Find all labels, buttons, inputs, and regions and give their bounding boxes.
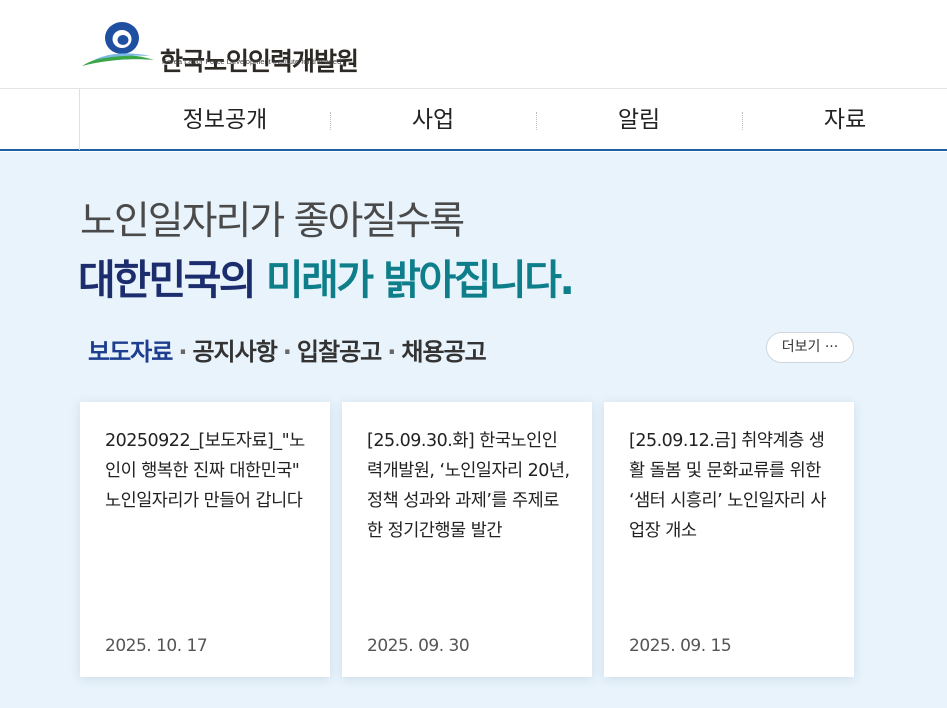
tab-bid-notice[interactable]: 입찰공고 xyxy=(297,338,382,366)
news-card-title: [25.09.30.화] 한국노인인력개발원, ‘노인일자리 20년, 정책 성… xyxy=(367,431,570,541)
gnb-item-info-disclosure[interactable]: 정보공개 xyxy=(130,89,320,150)
main-section: 노인일자리가 좋아질수록 대한민국의 미래가 밝아집니다. 보도자료 · 공지사항 ·… xyxy=(0,152,947,708)
gnb-item-business[interactable]: 사업 xyxy=(340,89,526,150)
news-card-date: 2025. 09. 15 xyxy=(629,636,732,656)
site-logo[interactable]: 한국노인인력개발원 Korea Labor Force Development … xyxy=(80,16,400,76)
news-card[interactable]: [25.09.12.금] 취약계층 생활 돌봄 및 문화교류를 위한 ‘샘터 시… xyxy=(604,402,854,677)
news-card-title: 20250922_[보도자료]_"노인이 행복한 진짜 대한민국" 노인일자리가… xyxy=(105,431,305,511)
logo-emblem-icon xyxy=(82,22,154,66)
tab-separator: · xyxy=(387,338,396,366)
gnb-item-resources[interactable]: 자료 xyxy=(752,89,938,150)
tab-recruitment[interactable]: 채용공고 xyxy=(401,338,486,366)
tab-separator: · xyxy=(282,338,292,366)
tab-separator: · xyxy=(178,338,187,366)
news-card-title: [25.09.12.금] 취약계층 생활 돌봄 및 문화교류를 위한 ‘샘터 시… xyxy=(629,431,826,541)
board-tabs: 보도자료 · 공지사항 · 입찰공고 · 채용공고 xyxy=(88,332,487,367)
news-card[interactable]: [25.09.30.화] 한국노인인력개발원, ‘노인일자리 20년, 정책 성… xyxy=(342,402,592,677)
news-card-date: 2025. 09. 30 xyxy=(367,636,470,656)
tab-press-release[interactable]: 보도자료 xyxy=(88,338,173,366)
gnb-divider xyxy=(79,89,80,150)
news-card-date: 2025. 10. 17 xyxy=(105,636,208,656)
hero-highlight-navy: 대한민국의 xyxy=(78,256,266,304)
hero-headline-line2: 대한민국의 미래가 밝아집니다. xyxy=(78,246,575,306)
more-button[interactable]: 더보기 ··· xyxy=(766,332,854,363)
news-card[interactable]: 20250922_[보도자료]_"노인이 행복한 진짜 대한민국" 노인일자리가… xyxy=(80,402,330,677)
gnb-item-notice[interactable]: 알림 xyxy=(546,89,732,150)
global-nav: 정보공개 사업 알림 자료 xyxy=(0,88,947,151)
gnb-separator xyxy=(742,112,743,130)
gnb-separator xyxy=(330,112,331,130)
gnb-separator xyxy=(536,112,537,130)
logo-name-en: Korea Labor Force Development Institute … xyxy=(162,57,342,66)
site-header: 한국노인인력개발원 Korea Labor Force Development … xyxy=(0,0,947,88)
hero-highlight-teal: 미래가 밝아집니다. xyxy=(265,256,575,304)
tab-notice[interactable]: 공지사항 xyxy=(192,338,277,366)
hero-headline-line1: 노인일자리가 좋아질수록 xyxy=(80,199,465,244)
